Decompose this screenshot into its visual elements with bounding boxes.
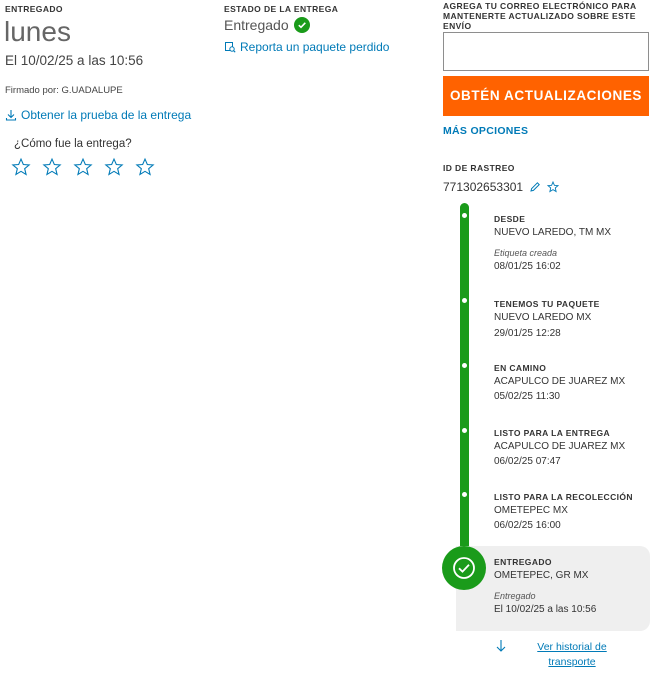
event-note: Entregado: [494, 591, 536, 601]
event-title: LISTO PARA LA RECOLECCIÓN: [494, 492, 633, 502]
timeline-event: DESDE NUEVO LAREDO, TM MX Etiqueta cread…: [494, 212, 611, 274]
event-location: OMETEPEC MX: [494, 505, 568, 516]
transport-history-link[interactable]: Ver historial de transporte: [530, 640, 614, 670]
delivered-check-icon: [442, 546, 486, 590]
star-icon-4[interactable]: [104, 157, 124, 177]
more-options-link[interactable]: MÁS OPCIONES: [443, 125, 528, 137]
pencil-icon[interactable]: [529, 181, 541, 193]
download-icon: [5, 110, 17, 121]
report-lost-package-link[interactable]: Reporta un paquete perdido: [224, 40, 389, 54]
timeline-event-final: ENTREGADO OMETEPEC, GR MX Entregado El 1…: [494, 555, 596, 617]
rating-stars: [11, 157, 155, 177]
email-input[interactable]: [443, 32, 649, 71]
tracking-id-row: 771302653301: [443, 180, 560, 194]
star-icon-3[interactable]: [73, 157, 93, 177]
package-search-icon: [225, 42, 236, 53]
event-title: LISTO PARA LA ENTREGA: [494, 428, 611, 438]
event-title: ENTREGADO: [494, 557, 552, 567]
proof-of-delivery-link[interactable]: Obtener la prueba de la entrega: [5, 108, 191, 122]
get-updates-button[interactable]: OBTÉN ACTUALIZACIONES: [443, 76, 649, 116]
timeline-event: EN CAMINO ACAPULCO DE JUAREZ MX 05/02/25…: [494, 361, 625, 404]
delivered-label: ENTREGADO: [5, 4, 63, 14]
tracking-number: 771302653301: [443, 180, 524, 194]
event-datetime: 05/02/25 11:30: [494, 391, 560, 402]
timeline-dot: [462, 492, 467, 497]
event-datetime: 08/01/25 16:02: [494, 261, 561, 272]
star-icon-1[interactable]: [11, 157, 31, 177]
proof-link-label: Obtener la prueba de la entrega: [21, 108, 192, 122]
event-datetime: 29/01/25 12:28: [494, 328, 561, 339]
event-location: NUEVO LAREDO MX: [494, 312, 592, 323]
timeline-dot: [462, 213, 467, 218]
event-title: TENEMOS TU PAQUETE: [494, 299, 600, 309]
status-text: Entregado: [224, 17, 289, 33]
status-value: Entregado: [224, 17, 310, 33]
timeline-dot: [462, 428, 467, 433]
star-icon-5[interactable]: [135, 157, 155, 177]
event-datetime: 06/02/25 07:47: [494, 456, 561, 467]
star-icon-2[interactable]: [42, 157, 62, 177]
status-label: ESTADO DE LA ENTREGA: [224, 4, 339, 14]
star-outline-icon[interactable]: [547, 181, 560, 193]
delivery-datetime: El 10/02/25 a las 10:56: [5, 53, 144, 68]
timeline-event: TENEMOS TU PAQUETE NUEVO LAREDO MX 29/01…: [494, 297, 600, 341]
timeline-event: LISTO PARA LA RECOLECCIÓN OMETEPEC MX 06…: [494, 490, 633, 533]
timeline-event: LISTO PARA LA ENTREGA ACAPULCO DE JUAREZ…: [494, 426, 625, 469]
event-title: DESDE: [494, 214, 526, 224]
check-circle-icon: [293, 17, 310, 33]
event-title: EN CAMINO: [494, 363, 547, 373]
timeline-dot: [462, 363, 467, 368]
delivery-day: lunes: [4, 16, 71, 47]
event-location: ACAPULCO DE JUAREZ MX: [494, 376, 626, 387]
event-note: Etiqueta creada: [494, 248, 558, 258]
signed-by: Firmado por: G.UADALUPE: [5, 85, 123, 96]
event-datetime: El 10/02/25 a las 10:56: [494, 604, 597, 615]
timeline-dot: [462, 298, 467, 303]
event-location: ACAPULCO DE JUAREZ MX: [494, 441, 626, 452]
event-location: OMETEPEC, GR MX: [494, 570, 589, 581]
event-datetime: 06/02/25 16:00: [494, 520, 561, 531]
event-location: NUEVO LAREDO, TM MX: [494, 227, 612, 238]
email-signup-label: AGREGA TU CORREO ELECTRÓNICO PARA MANTEN…: [443, 1, 637, 31]
rating-question: ¿Cómo fue la entrega?: [14, 138, 132, 150]
tracking-id-label: ID DE RASTREO: [443, 163, 515, 173]
lost-link-label: Reporta un paquete perdido: [240, 40, 390, 54]
arrow-down-icon: [496, 640, 506, 652]
